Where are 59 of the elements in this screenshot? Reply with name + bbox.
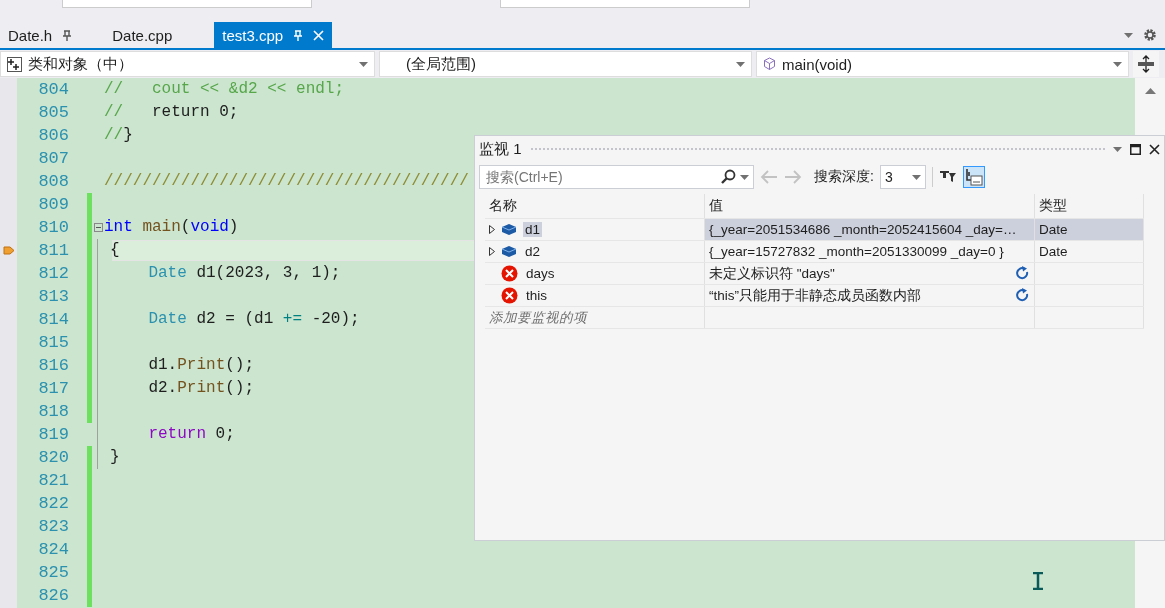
line-number: 816 xyxy=(37,356,69,375)
line-number: 823 xyxy=(37,517,69,536)
line-number: 810 xyxy=(37,218,69,237)
line-number: 825 xyxy=(37,563,69,582)
watch-type: Date xyxy=(1039,222,1068,237)
line-number: 807 xyxy=(37,149,69,168)
code-line: { xyxy=(110,240,120,261)
code-line: Date d1(2023, 3, 1); xyxy=(147,263,341,284)
line-number: 821 xyxy=(37,471,69,490)
window-title: 监视 1 xyxy=(479,139,522,159)
watch-name[interactable]: this xyxy=(524,288,549,303)
code-line: d2.Print(); xyxy=(147,378,255,399)
line-number: 814 xyxy=(37,310,69,329)
code-line: int main(void) xyxy=(104,217,239,238)
add-watch-field[interactable]: 添加要监视的项 xyxy=(489,308,587,327)
line-number: 815 xyxy=(37,333,69,352)
code-line: } xyxy=(110,447,120,468)
line-number: 826 xyxy=(37,586,69,605)
code-line: // cout << &d2 << endl; xyxy=(104,79,345,100)
code-line: // return 0; xyxy=(104,102,239,123)
watch-name[interactable]: d2 xyxy=(523,244,543,259)
line-number: 819 xyxy=(37,425,69,444)
line-number: 822 xyxy=(37,494,69,513)
nav-dropdown[interactable]: 类和对象（中） xyxy=(0,51,375,77)
watch-type: Date xyxy=(1039,244,1068,259)
watch-value: {_year=2051534686 _month=2052415604 _day=… xyxy=(709,222,1017,237)
watch-name[interactable]: days xyxy=(524,266,557,281)
column-header[interactable]: 类型 xyxy=(1035,194,1144,218)
search-field[interactable]: 搜索(Ctrl+E) xyxy=(479,165,754,189)
line-number: 817 xyxy=(37,379,69,398)
depth-label: 搜索深度: xyxy=(814,168,874,186)
code-line: d1.Print(); xyxy=(147,355,255,376)
line-number: 813 xyxy=(37,287,69,306)
line-number: 824 xyxy=(37,540,69,559)
line-number: 808 xyxy=(37,172,69,191)
file-tab[interactable]: Date.cpp xyxy=(104,22,181,48)
code-line: ////////////////////////////////////// xyxy=(104,171,469,192)
line-number: 820 xyxy=(37,448,69,467)
code-line: return 0; xyxy=(147,424,235,445)
line-number: 804 xyxy=(37,80,69,99)
search-input[interactable]: 搜索(Ctrl+E) xyxy=(484,168,720,186)
column-header[interactable]: 名称 xyxy=(485,194,705,218)
column-header[interactable]: 值 xyxy=(705,194,1035,218)
line-number: 809 xyxy=(37,195,69,214)
nav-dropdown[interactable]: (全局范围) xyxy=(379,51,752,77)
watch-name[interactable]: d1 xyxy=(523,222,543,237)
file-tab[interactable]: Date.h xyxy=(0,22,81,48)
code-line: //} xyxy=(104,125,133,146)
line-number: 812 xyxy=(37,264,69,283)
line-number: 811 xyxy=(37,241,69,260)
nav-dropdown[interactable]: main(void) xyxy=(756,51,1129,77)
line-number: 818 xyxy=(37,402,69,421)
line-number: 806 xyxy=(37,126,69,145)
watch-value: {_year=15727832 _month=2051330099 _day=0 } xyxy=(709,244,1004,259)
watch-value: “this”只能用于非静态成员函数内部 xyxy=(709,286,921,305)
watch-value: 未定义标识符 "days" xyxy=(709,264,835,283)
code-line: Date d2 = (d1 += -20); xyxy=(147,309,360,330)
depth-dropdown[interactable]: 3 xyxy=(879,165,926,189)
line-number: 805 xyxy=(37,103,69,122)
